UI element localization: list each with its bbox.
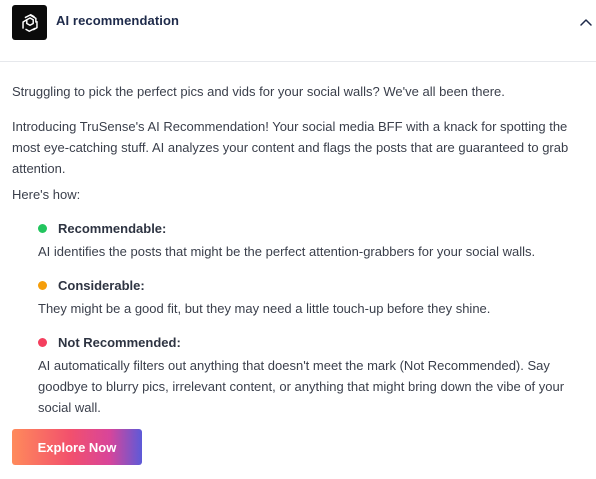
ai-recommendation-panel: AI recommendation Struggling to pick the… <box>0 0 596 479</box>
recommendable-item-description: AI identifies the posts that might be th… <box>38 244 536 259</box>
green-status-dot <box>38 224 47 233</box>
orange-status-dot <box>38 281 47 290</box>
collapse-button[interactable] <box>578 15 594 31</box>
openai-knot-icon <box>21 13 38 32</box>
logo <box>12 5 47 40</box>
explore-now-button[interactable]: Explore Now <box>12 429 142 465</box>
recommendable-item-title: Recommendable: <box>38 221 166 236</box>
considerable-item-description: They might be a good fit, but they may n… <box>38 301 491 316</box>
item-title-label: Not Recommended: <box>58 335 181 350</box>
item-title-label: Considerable: <box>58 278 145 293</box>
not-recommended-item-title: Not Recommended: <box>38 335 181 350</box>
item-title-label: Recommendable: <box>58 221 167 236</box>
chevron-up-icon <box>580 19 592 26</box>
red-status-dot <box>38 338 47 347</box>
intro-paragraph-1: Struggling to pick the perfect pics and … <box>12 84 505 99</box>
not-recommended-item-description: AI automatically filters out anything th… <box>38 358 565 415</box>
panel-title: AI recommendation <box>56 13 180 28</box>
intro-paragraph-2: Introducing TruSense's AI Recommendation… <box>12 119 569 176</box>
considerable-item-title: Considerable: <box>38 278 145 293</box>
panel-header[interactable]: AI recommendation <box>0 0 596 62</box>
intro-paragraph-3: Here's how: <box>12 187 81 202</box>
